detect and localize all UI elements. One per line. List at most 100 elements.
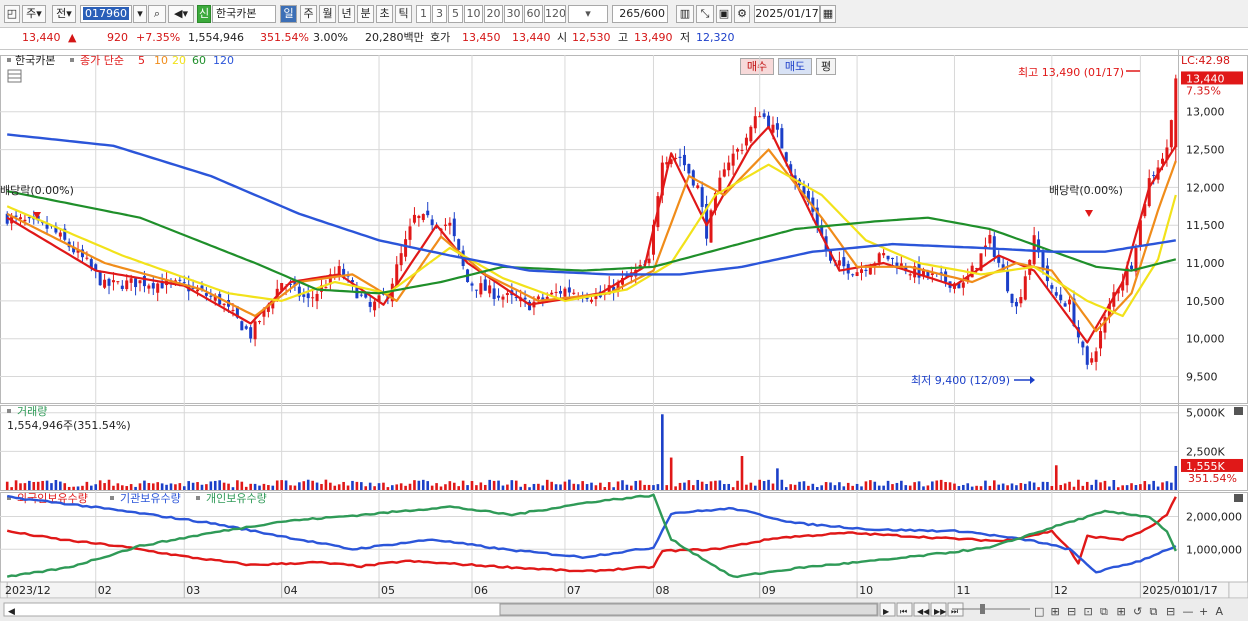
candle-body (842, 257, 846, 267)
volume-bar (395, 484, 399, 490)
volume-bar (585, 484, 589, 490)
candle-body (151, 283, 155, 289)
volume-bar (103, 483, 106, 490)
price-tick-label: 10,500 (1186, 295, 1225, 308)
date-field[interactable]: 2025/01/17 (754, 5, 820, 23)
search-icon[interactable]: ⌕ (148, 5, 166, 23)
volume-bar (351, 480, 354, 490)
window-menu-icon[interactable]: ◰ (4, 5, 20, 23)
candle-body (209, 295, 213, 297)
candle-body (572, 292, 576, 294)
candle-body (116, 281, 120, 283)
interval-dropdown[interactable]: ▾ (568, 5, 608, 23)
volume-bar (497, 480, 500, 490)
volume-bar (1143, 481, 1147, 490)
volume-bar (997, 484, 1001, 490)
interval-button-1[interactable]: 1 (416, 5, 431, 23)
period-button-6[interactable]: 틱 (395, 5, 412, 23)
period-button-4[interactable]: 분 (357, 5, 374, 23)
interval-button-120[interactable]: 120 (544, 5, 566, 23)
period-button-2[interactable]: 월 (319, 5, 336, 23)
draw-tool-icon[interactable]: ⤡ (696, 5, 714, 23)
volume-bar (501, 485, 505, 490)
bottom-tool-icon-8: ⊟ (1166, 605, 1175, 618)
volume-bar (656, 484, 660, 490)
dividend-marker (1085, 210, 1093, 217)
volume-bar (1099, 482, 1102, 490)
volume-bar (722, 484, 726, 490)
price-tick-label: 12,500 (1186, 144, 1225, 157)
count-display[interactable]: 265/600 (612, 5, 668, 23)
volume-bar (931, 481, 934, 490)
candle-body (860, 269, 864, 273)
volume-bar (820, 485, 823, 490)
volume-bar (665, 485, 669, 490)
price-tick-label: 12,000 (1186, 181, 1225, 194)
volume-bar (191, 482, 195, 490)
gear-icon[interactable]: ⚙ (734, 5, 750, 23)
candle-body (147, 285, 151, 289)
candle-body (178, 279, 182, 281)
interval-button-60[interactable]: 60 (524, 5, 543, 23)
new-badge: 신 (197, 5, 211, 23)
candle-body (1081, 341, 1085, 348)
candle-body (1152, 175, 1156, 177)
candle-body (492, 288, 496, 299)
volume-bar (408, 483, 412, 490)
volume-bar (439, 486, 443, 490)
volume-bar (634, 480, 638, 490)
volume-bar (14, 480, 18, 490)
volume-bar (182, 486, 186, 490)
volume-bar (368, 482, 372, 490)
volume-bar (590, 482, 593, 490)
prev-button[interactable]: 전▾ (52, 5, 76, 23)
code-input[interactable]: 017960 (80, 5, 132, 23)
candle-body (505, 293, 509, 296)
candle-type-icon[interactable]: ▥ (676, 5, 694, 23)
interval-button-30[interactable]: 30 (504, 5, 523, 23)
volume-bar (421, 479, 425, 490)
save-icon[interactable]: ▣ (716, 5, 732, 23)
candle-body (359, 294, 363, 296)
candle-body (1063, 303, 1067, 307)
candle-body (138, 280, 142, 284)
candle-body (240, 321, 244, 331)
candle-body (156, 283, 160, 293)
candle-body (479, 283, 483, 295)
period-select[interactable]: 주▾ (22, 5, 46, 23)
bottom-tool-icon-1: ⊞ (1051, 605, 1060, 618)
volume-bar (399, 483, 403, 490)
volume-bar (926, 485, 930, 490)
period-button-0[interactable]: 일 (280, 5, 297, 23)
volume-bar (643, 484, 646, 490)
speaker-icon[interactable]: ◀▾ (168, 5, 194, 23)
calendar-icon[interactable]: ▦ (820, 5, 836, 23)
volume-bar (776, 468, 779, 490)
volume-bar (1170, 482, 1173, 490)
ask-price: 13,450 (462, 31, 501, 44)
volume-bar (559, 484, 562, 490)
candle-body (864, 269, 868, 271)
ma10-line (6, 148, 1177, 333)
high-price: 13,490 (634, 31, 673, 44)
volume-bar (337, 484, 341, 490)
candle-body (1019, 297, 1023, 304)
period-button-3[interactable]: 년 (338, 5, 355, 23)
volume-bar (1134, 485, 1138, 490)
interval-button-10[interactable]: 10 (464, 5, 483, 23)
candle-body (682, 154, 686, 166)
code-dropdown[interactable]: ▾ (133, 5, 147, 23)
period-button-1[interactable]: 주 (300, 5, 317, 23)
low-annotation: 최저 9,400 (12/09) (911, 374, 1010, 387)
volume-bar (1054, 465, 1058, 490)
candle-body (647, 258, 651, 264)
candle-body (249, 327, 253, 339)
current-price: 13,440 (22, 31, 61, 44)
interval-button-5[interactable]: 5 (448, 5, 463, 23)
volume-bar (652, 485, 655, 490)
volume-bar (19, 483, 22, 490)
volume-bar (616, 481, 620, 490)
interval-button-20[interactable]: 20 (484, 5, 503, 23)
interval-button-3[interactable]: 3 (432, 5, 447, 23)
period-button-5[interactable]: 초 (376, 5, 393, 23)
